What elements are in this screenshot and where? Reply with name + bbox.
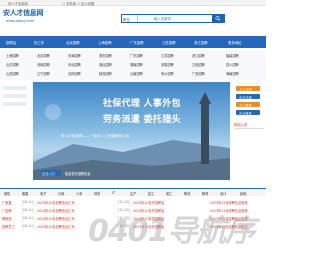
- welcome-text: 安人才信息网: [8, 2, 28, 6]
- region-link[interactable]: 湖南招聘: [130, 62, 143, 67]
- category-item[interactable]: 物流: [184, 191, 190, 196]
- personal-login-button[interactable]: 个人登录: [236, 102, 260, 108]
- category-item[interactable]: 生产: [130, 191, 136, 196]
- region-link[interactable]: 江西招聘: [192, 62, 205, 67]
- news-date: [08-10]: [22, 208, 34, 212]
- left-tag[interactable]: 厂家直: [2, 200, 12, 205]
- category-item[interactable]: 人事: [76, 191, 82, 196]
- company-entry-text: 免费发布招聘信息: [65, 172, 91, 176]
- category-item[interactable]: IT: [112, 191, 115, 195]
- search-button[interactable]: [212, 15, 224, 22]
- region-link-grid: 上海招聘 北京招聘 天津招聘 重庆招聘 广东招聘 江苏招聘 浙江招聘 福建招聘 …: [0, 50, 266, 80]
- banner-headline-1: 社保代理 人事外包: [103, 99, 181, 109]
- news-link[interactable]: 2023年12月招聘信息汇总: [37, 208, 75, 213]
- region-link[interactable]: 浙江招聘: [192, 53, 205, 58]
- region-link[interactable]: 山东招聘: [6, 62, 19, 67]
- nav-item[interactable]: 找工作: [34, 40, 44, 45]
- left-tag[interactable]: 厂招聘: [2, 208, 12, 213]
- region-link[interactable]: 广西招聘: [192, 71, 205, 76]
- region-link[interactable]: 海南招聘: [226, 71, 239, 76]
- region-link[interactable]: 陕西招聘: [99, 71, 112, 76]
- news-date: [08-10]: [22, 216, 34, 220]
- divider: [234, 128, 264, 129]
- sidebar-block: [3, 86, 27, 90]
- region-link[interactable]: 河南招聘: [37, 62, 50, 67]
- left-sidebar: [0, 82, 30, 182]
- region-link[interactable]: 福建招聘: [226, 53, 239, 58]
- login-panel: 个人注册 企业注册 个人登录 企业登录 网站公告: [232, 82, 266, 182]
- category-item[interactable]: 行政: [58, 191, 64, 196]
- category-item[interactable]: 技工: [148, 191, 154, 196]
- region-link[interactable]: 上海招聘: [6, 53, 19, 58]
- category-item[interactable]: 电子: [40, 191, 46, 196]
- news-link[interactable]: 2023年12月份招聘会: [133, 200, 164, 205]
- category-item[interactable]: 其他: [240, 191, 246, 196]
- site-logo[interactable]: 安人才信息网 www.jobxx.com: [3, 8, 51, 26]
- category-item[interactable]: 销售: [4, 191, 10, 196]
- region-link[interactable]: 广东招聘: [130, 53, 143, 58]
- region-link[interactable]: 江苏招聘: [161, 53, 174, 58]
- nav-item[interactable]: 招聘会: [6, 40, 16, 45]
- notice-title: 网站公告: [234, 123, 248, 127]
- category-item[interactable]: 财务: [94, 191, 100, 196]
- logo-title: 安人才信息网: [3, 9, 44, 17]
- top-utility-bar: 安人才信息网 ☐ 手机版 ☐ 加入收藏: [0, 0, 266, 6]
- banner-headline-2: 劳务派遣 委托猎头: [103, 115, 181, 125]
- category-item[interactable]: 客服: [22, 191, 28, 196]
- nav-item[interactable]: 江苏招聘: [162, 40, 176, 45]
- search-bar: 职位: [121, 14, 225, 23]
- news-date: [12-30]: [118, 200, 130, 204]
- region-link[interactable]: 湖北招聘: [99, 62, 112, 67]
- region-link[interactable]: 重庆招聘: [99, 53, 112, 58]
- search-input[interactable]: [154, 16, 210, 21]
- company-login-button[interactable]: 企业登录: [236, 110, 260, 116]
- news-date: [08-10]: [22, 224, 34, 228]
- category-item[interactable]: 普工: [166, 191, 172, 196]
- company-register-button[interactable]: 企业注册: [236, 94, 260, 100]
- news-date: [08-10]: [22, 200, 34, 204]
- region-link[interactable]: 北京招聘: [37, 53, 50, 58]
- nav-item[interactable]: 浙江招聘: [194, 40, 208, 45]
- sidebar-block: [3, 94, 27, 98]
- company-entry-button[interactable]: 企业入口: [41, 170, 61, 176]
- region-link[interactable]: 吉林招聘: [68, 71, 81, 76]
- left-tag[interactable]: 聘销售: [2, 216, 12, 221]
- news-link[interactable]: 2023年12月招聘信息查看: [210, 200, 248, 205]
- nav-item[interactable]: 更多地区: [228, 40, 242, 45]
- news-link[interactable]: 2023年12月招聘信息汇总: [37, 216, 75, 221]
- nav-item[interactable]: 北京招聘: [66, 40, 80, 45]
- topbar-links[interactable]: ☐ 手机版 ☐ 加入收藏: [62, 1, 94, 6]
- category-item[interactable]: 教育: [202, 191, 208, 196]
- nav-item[interactable]: 广东招聘: [130, 40, 144, 45]
- region-link[interactable]: 天津招聘: [68, 53, 81, 58]
- search-icon: [215, 16, 221, 21]
- news-link[interactable]: 2023年12月招聘信息汇总: [37, 200, 75, 205]
- category-bar: 销售 客服 电子 行政 人事 财务 IT 生产 技工 普工 物流 教育 设计 其…: [0, 188, 266, 196]
- category-item[interactable]: 设计: [220, 191, 226, 196]
- hero-banner[interactable]: 社保代理 人事外包 劳务派遣 委托猎头 安人才信息网——一站式人力资源服务平台 …: [33, 82, 230, 180]
- region-link[interactable]: 河北招聘: [68, 62, 81, 67]
- region-link[interactable]: 安徽招聘: [161, 62, 174, 67]
- region-link[interactable]: 山西招聘: [6, 71, 19, 76]
- watermark-text: 0401导航序: [88, 214, 255, 249]
- region-link[interactable]: 辽宁招聘: [37, 71, 50, 76]
- nav-item[interactable]: 上海招聘: [98, 40, 112, 45]
- banner-caption: 安人才信息网——一站式人力资源服务平台: [61, 134, 130, 138]
- personal-register-button[interactable]: 个人注册: [236, 86, 260, 92]
- news-link[interactable]: 2023年12月招聘信息汇总: [37, 224, 75, 229]
- search-type-select[interactable]: 职位: [122, 15, 138, 22]
- region-link[interactable]: 云南招聘: [130, 71, 143, 76]
- logo-url: www.jobxx.com: [6, 19, 35, 23]
- region-nav: 招聘会 找工作 北京招聘 上海招聘 广东招聘 江苏招聘 浙江招聘 更多地区: [0, 36, 266, 48]
- sidebar-block: [3, 102, 27, 106]
- left-tag[interactable]: 招聘员工: [2, 224, 15, 229]
- region-link[interactable]: 四川招聘: [226, 62, 239, 67]
- region-link[interactable]: 贵州招聘: [161, 71, 174, 76]
